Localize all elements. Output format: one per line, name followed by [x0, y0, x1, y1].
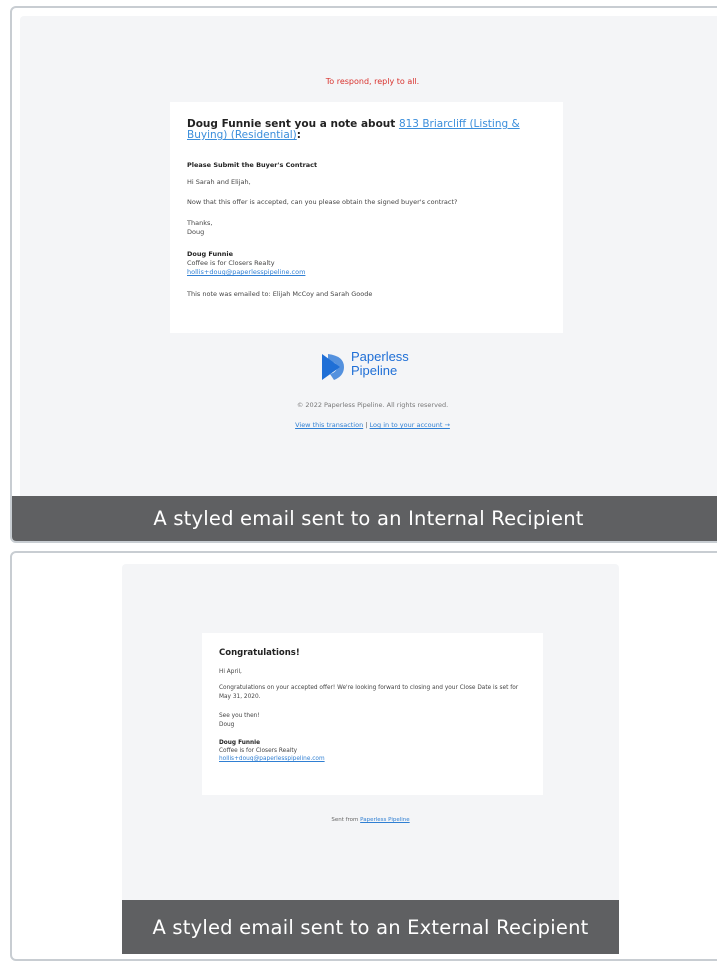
email-title: Congratulations!	[219, 648, 300, 658]
logo-line-1: Paperless	[351, 349, 409, 364]
note-greeting: Hi April,	[219, 669, 242, 675]
note-signoff-1: See you then!	[219, 713, 260, 719]
email-background: To respond, reply to all. Doug Funnie se…	[20, 16, 717, 541]
heading-suffix: :	[296, 129, 301, 141]
email-card: Doug Funnie sent you a note about 813 Br…	[170, 102, 563, 333]
logo-wordmark: Paperless Pipeline	[351, 350, 409, 378]
footer-links: View this transaction | Log in to your a…	[20, 421, 717, 429]
note-body: Now that this offer is accepted, can you…	[187, 198, 458, 206]
view-transaction-link[interactable]: View this transaction	[295, 421, 363, 429]
sent-from-text: Sent from Paperless Pipeline	[122, 817, 619, 823]
paperless-pipeline-logo: Paperless Pipeline	[318, 350, 428, 386]
login-link[interactable]: Log in to your account →	[370, 421, 450, 429]
copyright-text: © 2022 Paperless Pipeline. All rights re…	[296, 401, 449, 409]
sender-email-link[interactable]: hollis+doug@paperlesspipeline.com	[187, 268, 305, 277]
email-heading: Doug Funnie sent you a note about 813 Br…	[187, 119, 547, 141]
note-body: Congratulations on your accepted offer! …	[219, 685, 519, 700]
note-signoff-2: Doug	[219, 722, 235, 728]
email-card: Congratulations! Hi April, Congratulatio…	[202, 633, 543, 795]
respond-note: To respond, reply to all.	[325, 77, 420, 86]
pipeline-logo-icon	[322, 354, 344, 380]
sender-name: Doug Funnie	[187, 250, 234, 258]
caption-internal: A styled email sent to an Internal Recip…	[12, 496, 717, 541]
email-background: Congratulations! Hi April, Congratulatio…	[122, 564, 619, 954]
sent-from-prefix: Sent from	[331, 817, 361, 823]
logo-line-2: Pipeline	[351, 363, 398, 378]
sender-email-link[interactable]: hollis+doug@paperlesspipeline.com	[219, 755, 325, 764]
external-email-preview: Congratulations! Hi April, Congratulatio…	[10, 551, 717, 961]
note-greeting: Hi Sarah and Elijah,	[187, 178, 251, 186]
caption-external: A styled email sent to an External Recip…	[122, 900, 619, 954]
paperless-pipeline-link[interactable]: Paperless Pipeline	[360, 817, 410, 823]
sender-company: Coffee is for Closers Realty	[187, 259, 275, 267]
note-subject: Please Submit the Buyer's Contract	[187, 161, 318, 169]
note-signoff-2: Doug	[187, 228, 205, 236]
emailed-to-note: This note was emailed to: Elijah McCoy a…	[187, 290, 373, 298]
note-signoff-1: Thanks,	[187, 219, 213, 227]
internal-email-preview: To respond, reply to all. Doug Funnie se…	[10, 6, 717, 543]
